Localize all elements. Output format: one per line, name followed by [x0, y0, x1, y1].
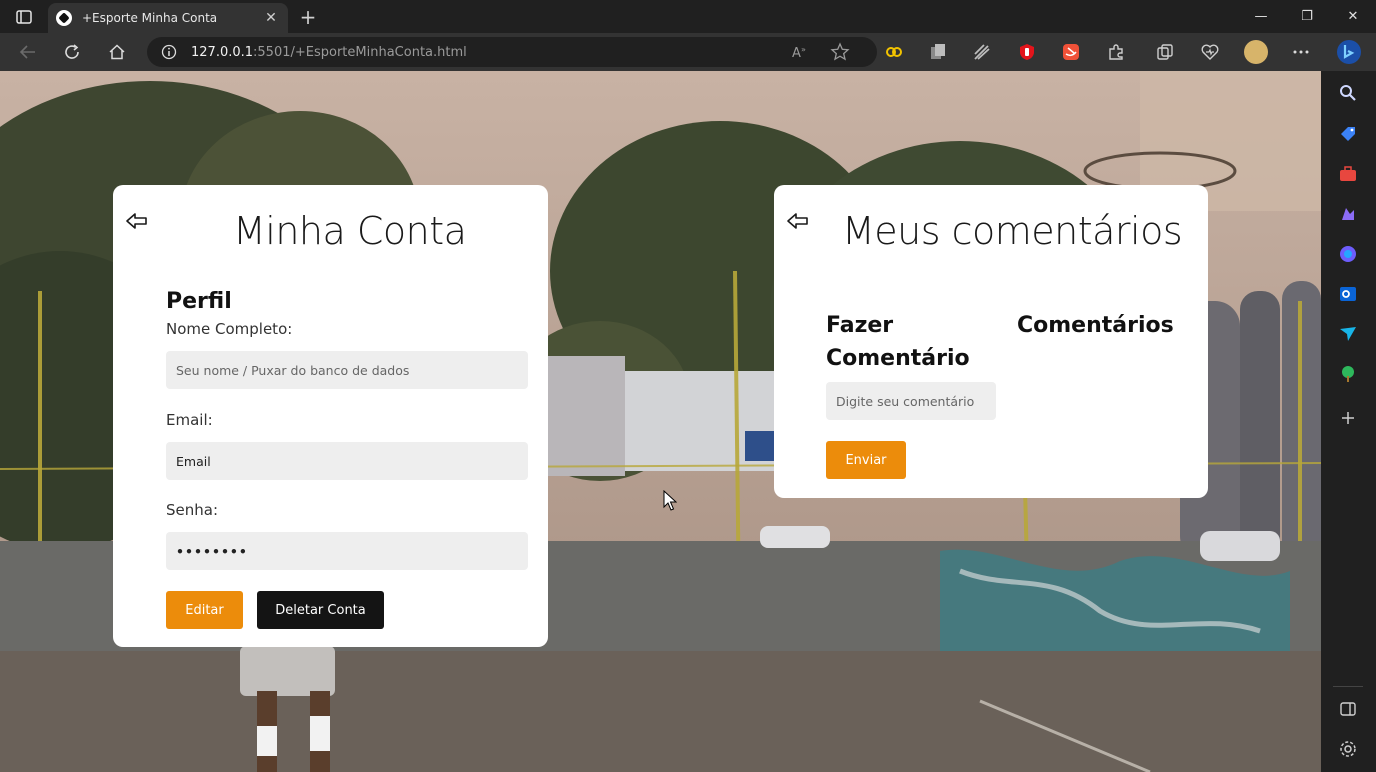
- extension-adblock-icon[interactable]: [1017, 42, 1037, 62]
- mouse-cursor-icon: [663, 490, 677, 511]
- edit-button[interactable]: Editar: [166, 591, 243, 629]
- tree-icon[interactable]: [1338, 364, 1358, 384]
- games-icon[interactable]: [1338, 204, 1358, 224]
- back-arrow-button[interactable]: [786, 211, 810, 231]
- tab-actions-icon: [16, 9, 32, 24]
- favorite-star-icon[interactable]: [830, 42, 850, 62]
- password-label: Senha:: [166, 501, 219, 519]
- page-viewport: Minha Conta Perfil Nome Completo: Email:…: [0, 71, 1321, 772]
- tab-title: +Esporte Minha Conta: [82, 11, 218, 25]
- address-bar[interactable]: 127.0.0.1:5501/+EsporteMinhaConta.html: [147, 37, 877, 67]
- comments-title: Meus comentários: [842, 209, 1183, 253]
- password-input[interactable]: [166, 532, 528, 570]
- delete-account-button[interactable]: Deletar Conta: [257, 591, 384, 629]
- email-label: Email:: [166, 411, 213, 429]
- new-tab-button[interactable]: +: [296, 5, 320, 29]
- read-aloud-icon[interactable]: A»: [790, 42, 810, 62]
- extension-pages-icon[interactable]: [928, 42, 948, 62]
- shopping-tag-icon[interactable]: [1338, 124, 1358, 144]
- minimize-button[interactable]: —: [1238, 0, 1284, 33]
- info-icon[interactable]: [161, 44, 177, 60]
- browser-toolbar: 127.0.0.1:5501/+EsporteMinhaConta.html A…: [0, 33, 1376, 71]
- extension-link-icon[interactable]: [884, 42, 904, 62]
- search-icon[interactable]: [1338, 83, 1358, 103]
- url-text: 127.0.0.1:5501/+EsporteMinhaConta.html: [191, 45, 467, 60]
- drop-send-icon[interactable]: [1338, 324, 1358, 344]
- full-name-label: Nome Completo:: [166, 320, 293, 338]
- comment-input[interactable]: [826, 382, 996, 420]
- back-arrow-icon: [126, 213, 147, 229]
- back-arrow-button[interactable]: [125, 211, 149, 231]
- gear-icon[interactable]: [1338, 739, 1358, 759]
- svg-text:»: »: [801, 45, 806, 54]
- soccer-ball-icon: [56, 10, 72, 26]
- account-card: Minha Conta Perfil Nome Completo: Email:…: [113, 185, 548, 647]
- tab-actions-menu-button[interactable]: [0, 0, 48, 33]
- maximize-button[interactable]: ❐: [1284, 0, 1330, 33]
- collections-icon[interactable]: [1155, 42, 1175, 62]
- profile-heading: Perfil: [166, 289, 232, 314]
- tab-close-button[interactable]: ✕: [262, 10, 280, 26]
- tools-briefcase-icon[interactable]: [1338, 164, 1358, 184]
- svg-text:A: A: [792, 46, 801, 61]
- home-button[interactable]: [105, 40, 129, 64]
- window-controls: — ❐ ✕: [1238, 0, 1376, 33]
- url-host: 127.0.0.1: [191, 44, 254, 60]
- sidebar-divider: [1333, 686, 1363, 687]
- back-button[interactable]: [16, 40, 40, 64]
- extensions-puzzle-icon[interactable]: [1106, 42, 1126, 62]
- email-input[interactable]: [166, 442, 528, 480]
- close-window-button[interactable]: ✕: [1330, 0, 1376, 33]
- browser-tab-active[interactable]: +Esporte Minha Conta ✕: [48, 3, 288, 33]
- home-icon: [109, 44, 125, 60]
- refresh-icon: [65, 44, 79, 59]
- account-title: Minha Conta: [233, 209, 467, 253]
- comments-heading: Comentários: [1017, 313, 1174, 338]
- hide-sidebar-icon[interactable]: [1338, 699, 1358, 719]
- extension-swift-icon[interactable]: [1061, 42, 1081, 62]
- send-button[interactable]: Enviar: [826, 441, 906, 479]
- settings-more-icon[interactable]: [1291, 42, 1311, 62]
- browser-essentials-icon[interactable]: [1200, 42, 1220, 62]
- comments-card: Meus comentários Fazer Comentário Coment…: [774, 185, 1208, 498]
- edge-sidebar: [1321, 71, 1376, 772]
- refresh-button[interactable]: [60, 40, 84, 64]
- profile-avatar[interactable]: [1244, 40, 1268, 64]
- add-sidebar-app-icon[interactable]: [1338, 408, 1358, 428]
- outlook-icon[interactable]: [1338, 284, 1358, 304]
- extension-pen-icon[interactable]: [972, 42, 992, 62]
- make-comment-heading: Fazer Comentário: [826, 313, 970, 371]
- copilot-icon[interactable]: [1335, 38, 1363, 66]
- back-arrow-icon: [787, 213, 808, 229]
- copilot-sidebar-icon[interactable]: [1338, 244, 1358, 264]
- back-arrow-icon: [19, 45, 35, 59]
- full-name-input[interactable]: [166, 351, 528, 389]
- url-path: :5501/+EsporteMinhaConta.html: [253, 44, 467, 60]
